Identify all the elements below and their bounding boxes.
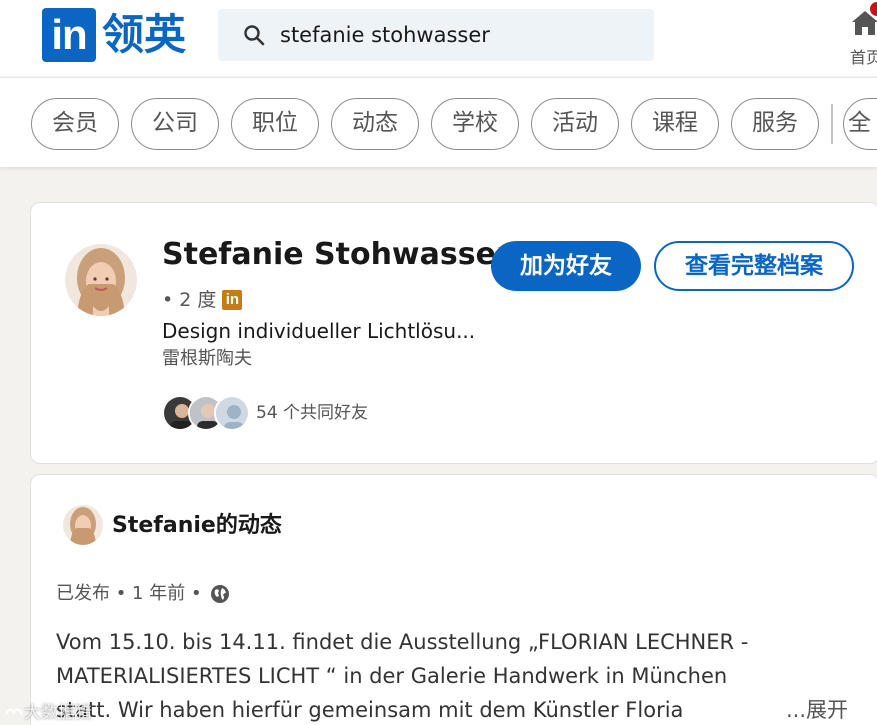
- filter-people[interactable]: 会员: [31, 98, 119, 150]
- linkedin-logo[interactable]: in 领英: [42, 8, 186, 62]
- activity-avatar: [63, 505, 103, 545]
- search-icon: [244, 25, 265, 46]
- profile-location: 雷根斯陶夫: [162, 348, 252, 369]
- watermark-text: 大数据猎: [24, 703, 92, 723]
- connect-button[interactable]: 加为好友: [491, 241, 641, 291]
- filter-courses[interactable]: 课程: [631, 98, 719, 150]
- see-more-link[interactable]: ...展开: [786, 693, 848, 725]
- search-filter-bar: 会员 公司 职位 动态 学校 活动 课程 服务 全: [0, 77, 877, 167]
- search-bar[interactable]: stefanie stohwasser: [218, 9, 654, 61]
- post-text: Vom 15.10. bis 14.11. findet die Ausstel…: [56, 625, 866, 725]
- filter-services[interactable]: 服务: [731, 98, 819, 150]
- profile-headline: Design individueller Lichtlösu...: [162, 319, 476, 343]
- profile-avatar[interactable]: [65, 244, 137, 316]
- post-line: Vom 15.10. bis 14.11. findet die Ausstel…: [56, 630, 749, 654]
- mutual-connections-avatars[interactable]: [162, 395, 252, 433]
- filter-all[interactable]: 全: [843, 98, 877, 150]
- filter-jobs[interactable]: 职位: [231, 98, 319, 150]
- search-input[interactable]: stefanie stohwasser: [280, 21, 640, 49]
- filter-events[interactable]: 活动: [531, 98, 619, 150]
- premium-badge-icon: in: [222, 290, 243, 310]
- filter-companies[interactable]: 公司: [131, 98, 219, 150]
- mutual-avatar: [214, 395, 250, 431]
- filter-divider: [831, 104, 833, 144]
- profile-name[interactable]: Stefanie Stohwasser: [162, 235, 511, 275]
- nav-home-label: 首页: [850, 48, 877, 67]
- globe-icon: [210, 585, 229, 603]
- logo-in-mark: in: [42, 8, 96, 62]
- post-line: statt. Wir haben hierfür gemeinsam mit d…: [56, 693, 866, 725]
- filter-schools[interactable]: 学校: [431, 98, 519, 150]
- watermark: 大数据猎: [4, 698, 92, 723]
- nav-home[interactable]: 首页: [846, 2, 877, 70]
- activity-title[interactable]: Stefanie的动态: [112, 511, 282, 541]
- post-meta: 已发布 • 1 年前 •: [56, 582, 230, 606]
- filter-posts[interactable]: 动态: [331, 98, 419, 150]
- watermark-logo-icon: [5, 708, 23, 715]
- profile-photo: [65, 244, 137, 316]
- logo-wordmark: 领英: [102, 10, 187, 59]
- connection-degree: • 2 度 in: [162, 287, 243, 313]
- post-time: 已发布 • 1 年前 •: [56, 583, 202, 604]
- post-line: MATERIALISIERTES LICHT “ in der Galerie …: [56, 664, 728, 688]
- post-line-text: statt. Wir haben hierfür gemeinsam mit d…: [56, 698, 684, 722]
- top-nav: in 领英 stefanie stohwasser 首页: [0, 0, 877, 76]
- activity-card: Stefanie的动态 已发布 • 1 年前 • Vom 15.10. bis …: [30, 474, 877, 725]
- connection-degree-text: • 2 度: [162, 289, 217, 311]
- mutual-connections-count[interactable]: 54 个共同好友: [256, 401, 368, 425]
- view-full-profile-button[interactable]: 查看完整档案: [654, 241, 854, 291]
- notification-badge: [870, 2, 877, 16]
- profile-result-card: Stefanie Stohwasser • 2 度 in Design indi…: [30, 202, 877, 464]
